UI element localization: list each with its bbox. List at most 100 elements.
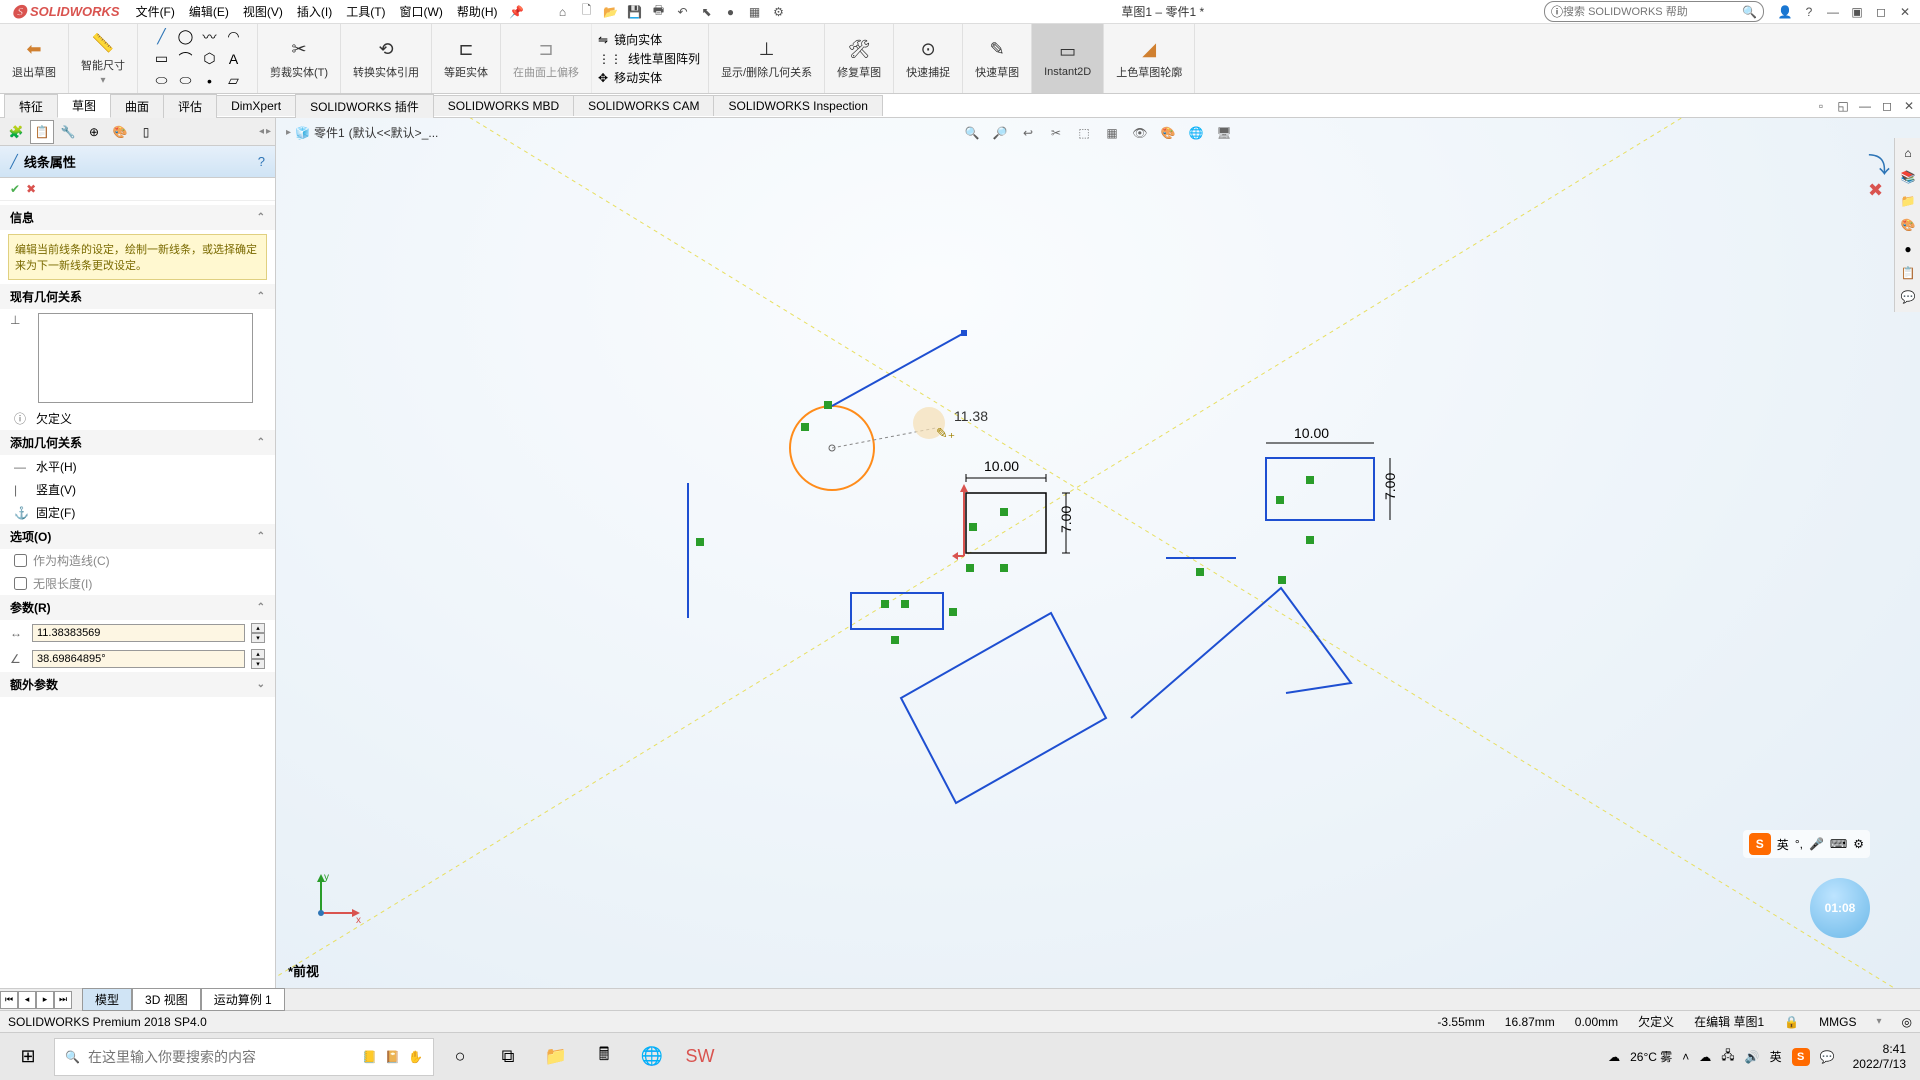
menu-edit[interactable]: 编辑(E)	[183, 1, 235, 22]
tray-weather[interactable]: 26°C 雾	[1630, 1048, 1672, 1065]
shaded-sketch-button[interactable]: ◢上色草图轮廓	[1112, 34, 1186, 84]
infinite-checkbox[interactable]: 无限长度(I)	[0, 572, 275, 595]
rebuild-icon[interactable]: ●	[722, 3, 740, 21]
view-tab-motion[interactable]: 运动算例 1	[201, 988, 285, 1011]
cmd-tab-sketch[interactable]: 草图	[57, 93, 111, 118]
status-units[interactable]: MMGS	[1819, 1015, 1856, 1029]
line-tool-icon[interactable]: ╱	[152, 27, 172, 47]
pm-section-params[interactable]: 参数(R)⌃	[0, 595, 275, 620]
vcr-next[interactable]: ▸	[36, 991, 54, 1009]
menu-view[interactable]: 视图(V)	[237, 1, 289, 22]
task-taskview[interactable]: ⧉	[486, 1037, 530, 1077]
menu-tools[interactable]: 工具(T)	[340, 1, 391, 22]
text-tool-icon[interactable]: A	[224, 49, 244, 69]
tray-volume-icon[interactable]: 🔊	[1745, 1050, 1760, 1064]
ellipse-tool-icon[interactable]: ⬭	[176, 71, 196, 91]
view-tab-model[interactable]: 模型	[82, 988, 132, 1011]
construction-checkbox[interactable]: 作为构造线(C)	[0, 549, 275, 572]
save-icon[interactable]: 💾	[626, 3, 644, 21]
length-input[interactable]	[32, 624, 245, 642]
task-calculator[interactable]: 🖩	[582, 1037, 626, 1077]
doc-restore-icon[interactable]: ◻	[1878, 97, 1896, 115]
status-lock-icon[interactable]: 🔒	[1784, 1015, 1799, 1029]
add-fix-button[interactable]: ⚓固定(F)	[0, 501, 275, 524]
task-cortana[interactable]: ○	[438, 1037, 482, 1077]
trim-button[interactable]: ✂剪裁实体(T)	[266, 34, 332, 84]
linear-pattern-button[interactable]: ⋮⋮线性草图阵列	[598, 49, 700, 68]
circle-tool-icon[interactable]: ◯	[176, 27, 196, 47]
fillet-tool-icon[interactable]: ◠	[224, 27, 244, 47]
spline-tool-icon[interactable]: 〰	[200, 27, 220, 47]
offset-button[interactable]: ⊏等距实体	[440, 34, 492, 84]
maximize-icon[interactable]: ◻	[1872, 3, 1890, 21]
doc-close-icon[interactable]: ✕	[1900, 97, 1918, 115]
vcr-last[interactable]: ⏭	[54, 991, 72, 1009]
angle-down[interactable]: ▾	[251, 659, 265, 669]
tray-ime[interactable]: 英	[1770, 1048, 1782, 1065]
mirror-button[interactable]: ⇋镜向实体	[598, 30, 662, 49]
cmd-tab-features[interactable]: 特征	[4, 94, 58, 118]
status-custom-icon[interactable]: ◎	[1902, 1015, 1912, 1029]
add-horizontal-button[interactable]: —水平(H)	[0, 455, 275, 478]
task-edge[interactable]: 🌐	[630, 1037, 674, 1077]
cmd-tab-surface[interactable]: 曲面	[110, 94, 164, 118]
undo-icon[interactable]: ↶	[674, 3, 692, 21]
select-icon[interactable]: ⬉	[698, 3, 716, 21]
start-button[interactable]: ⊞	[6, 1037, 50, 1077]
display-relations-button[interactable]: ⊥显示/删除几何关系	[717, 34, 816, 84]
point-tool-icon[interactable]: •	[200, 71, 220, 91]
search-help-box[interactable]: ⓘ 🔍	[1544, 1, 1764, 22]
ime-keyboard-icon[interactable]: ⌨	[1830, 837, 1847, 851]
options-icon[interactable]: ▦	[746, 3, 764, 21]
minimize-icon[interactable]: —	[1824, 3, 1842, 21]
pm-ok-icon[interactable]: ✔	[10, 182, 20, 196]
menu-file[interactable]: 文件(F)	[130, 1, 181, 22]
arc-tool-icon[interactable]: ⌒	[176, 49, 196, 69]
pm-tab-feature-tree[interactable]: 🧩	[4, 120, 28, 144]
slot-tool-icon[interactable]: ⬭	[152, 71, 172, 91]
pm-nav-left-icon[interactable]: ◂	[259, 126, 264, 137]
ime-punct-icon[interactable]: °,	[1795, 837, 1803, 851]
view-triad[interactable]: y x	[306, 868, 366, 928]
restore-icon[interactable]: ▣	[1848, 3, 1866, 21]
existing-relations-list[interactable]	[38, 313, 253, 403]
task-explorer[interactable]: 📁	[534, 1037, 578, 1077]
length-down[interactable]: ▾	[251, 633, 265, 643]
polygon-tool-icon[interactable]: ⬡	[200, 49, 220, 69]
vcr-first[interactable]: ⏮	[0, 991, 18, 1009]
pm-cancel-icon[interactable]: ✖	[26, 182, 36, 196]
cmd-tab-addins[interactable]: SOLIDWORKS 插件	[295, 94, 434, 118]
add-vertical-button[interactable]: |竖直(V)	[0, 478, 275, 501]
menu-insert[interactable]: 插入(I)	[291, 1, 338, 22]
angle-up[interactable]: ▴	[251, 649, 265, 659]
search-icon[interactable]: 🔍	[1742, 5, 1757, 19]
settings-icon[interactable]: ⚙	[770, 3, 788, 21]
angle-input[interactable]	[32, 650, 245, 668]
ime-mic-icon[interactable]: 🎤	[1809, 837, 1824, 851]
tray-clock[interactable]: 8:41 2022/7/13	[1845, 1042, 1914, 1071]
search-help-input[interactable]	[1563, 6, 1742, 18]
move-button[interactable]: ✥移动实体	[598, 68, 662, 87]
pm-tab-property[interactable]: 📋	[30, 120, 54, 144]
graphics-area[interactable]: ▸ 🧊 零件1 (默认<<默认>_... 🔍 🔎 ↩ ✂ ⬚ ▦ 👁 🎨 🌐 🖥…	[276, 118, 1920, 988]
pm-section-add[interactable]: 添加几何关系⌃	[0, 430, 275, 455]
screen-recorder-badge[interactable]: 01:08	[1810, 878, 1870, 938]
smart-dimension-button[interactable]: 📏 智能尺寸 ▾	[77, 27, 129, 90]
taskbar-search-input[interactable]	[88, 1049, 354, 1065]
pin-icon[interactable]: 📌	[508, 3, 526, 21]
pm-tab-config[interactable]: 🔧	[56, 120, 80, 144]
hand-emoji-icon[interactable]: ✋	[408, 1050, 423, 1064]
home-icon[interactable]: ⌂	[554, 3, 572, 21]
instant2d-button[interactable]: ▭Instant2D	[1040, 36, 1095, 82]
cmd-tab-mbd[interactable]: SOLIDWORKS MBD	[433, 95, 574, 116]
help-dropdown-icon[interactable]: ?	[1800, 3, 1818, 21]
tray-notifications-icon[interactable]: 💬	[1820, 1050, 1835, 1064]
pm-tab-display[interactable]: 🎨	[108, 120, 132, 144]
pm-tab-unknown[interactable]: ▯	[134, 120, 158, 144]
tray-chevron-up-icon[interactable]: ˄	[1682, 1050, 1689, 1064]
tray-sogou-icon[interactable]: S	[1792, 1048, 1810, 1066]
book-emoji-icon[interactable]: 📒	[362, 1050, 377, 1064]
repair-button[interactable]: 🛠修复草图	[833, 34, 885, 84]
tray-onedrive-icon[interactable]: ☁	[1699, 1050, 1711, 1064]
print-icon[interactable]: 🖶	[650, 3, 668, 21]
